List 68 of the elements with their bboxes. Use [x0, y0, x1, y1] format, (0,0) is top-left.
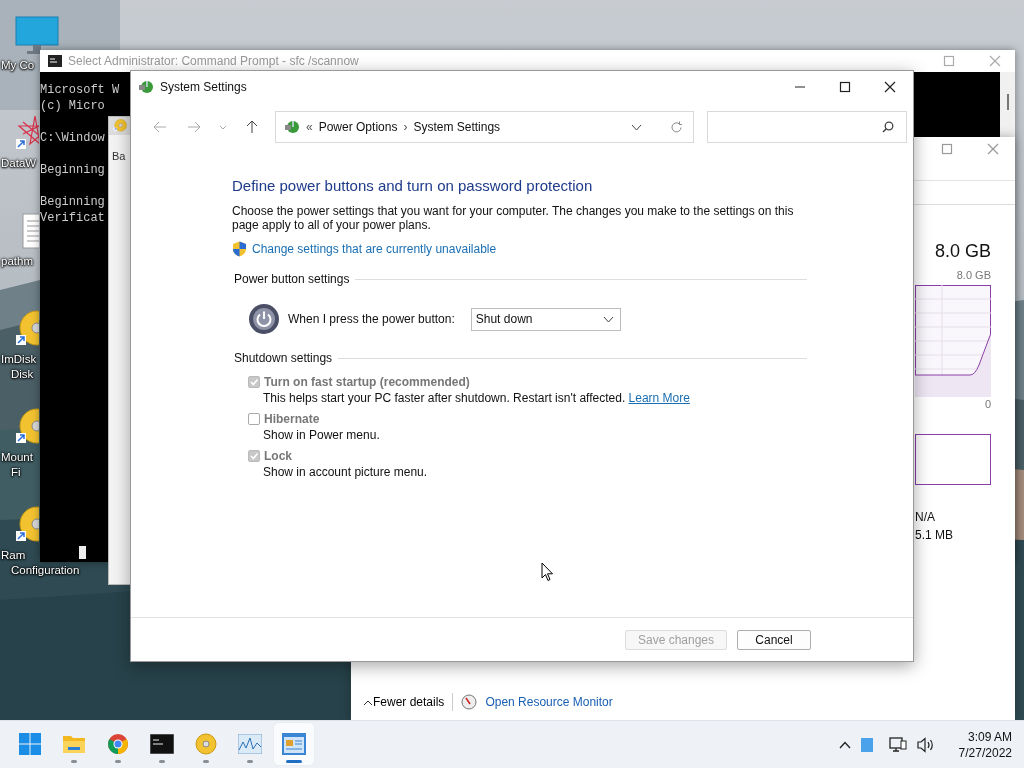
forward-icon[interactable]	[187, 121, 201, 133]
up-icon[interactable]	[246, 120, 258, 134]
shield-icon	[232, 241, 247, 257]
group-heading: Shutdown settings	[234, 351, 333, 365]
icon-label[interactable]: Ram Configuration	[1, 548, 80, 578]
fewer-details-button[interactable]: Fewer details	[363, 695, 445, 709]
network-icon[interactable]	[888, 736, 907, 753]
note-icon[interactable]	[860, 737, 873, 752]
power-icon	[248, 303, 280, 335]
tab[interactable]: Ba	[112, 150, 126, 162]
console-line: (c) Micro	[40, 98, 105, 114]
memory-total: 8.0 GB	[933, 241, 991, 261]
console-line: C:\Window	[40, 130, 105, 146]
breadcrumb-overflow[interactable]: «	[306, 120, 313, 134]
monitor-icon[interactable]	[15, 16, 59, 56]
breadcrumb[interactable]: Power Options	[318, 120, 398, 134]
chevron-down-icon	[602, 315, 614, 323]
group-heading: Power button settings	[234, 272, 350, 286]
checkbox-description: This helps start your PC faster after shutdown. Restart isn't affected. Learn More	[262, 390, 691, 407]
checkbox-description: Show in Power menu.	[262, 427, 381, 444]
axis-label: 8.0 GB	[955, 268, 991, 282]
search-icon[interactable]	[882, 121, 894, 133]
chart-icon	[238, 733, 262, 754]
axis-label: 0	[983, 397, 991, 411]
checkbox-description: Show in account picture menu.	[262, 464, 429, 481]
scrollbar-thumb[interactable]	[1006, 94, 1009, 110]
maximize-icon[interactable]	[839, 80, 851, 93]
console-line: Beginning	[40, 162, 105, 178]
disc-icon	[113, 119, 127, 133]
chevron-up-icon[interactable]	[838, 740, 851, 749]
volume-icon[interactable]	[916, 736, 935, 753]
field-label: When I press the power button:	[288, 312, 455, 326]
window-title: Select Administrator: Command Prompt - sfc /scannow	[68, 54, 359, 68]
console-line: Beginning	[40, 194, 105, 210]
icon-label[interactable]: Mount Fi	[1, 450, 33, 480]
close-icon[interactable]	[884, 80, 896, 93]
stat-value: 5.1 MB	[915, 527, 954, 544]
clock[interactable]: 3:09 AM 7/27/2022	[958, 728, 1012, 761]
admin-link[interactable]: Change settings that are currently unavailable	[252, 242, 497, 256]
disc-icon	[195, 732, 217, 755]
search-field[interactable]	[707, 111, 907, 143]
back-icon[interactable]	[153, 121, 167, 133]
app-icon	[284, 119, 300, 135]
terminal-icon	[150, 733, 174, 754]
window-title: System Settings	[160, 79, 247, 94]
page-heading: Define power buttons and turn on password protection	[232, 176, 594, 196]
browser-icon	[107, 732, 129, 755]
icon-label[interactable]: ImDisk Disk	[1, 352, 37, 382]
stat-value: N/A	[915, 509, 936, 526]
text-cursor	[79, 546, 86, 559]
app-icon	[138, 78, 154, 95]
resource-monitor-link[interactable]: Open Resource Monitor	[485, 695, 613, 709]
console-line: Verificat	[40, 210, 105, 226]
chevron-down-icon[interactable]	[631, 123, 642, 131]
cancel-button[interactable]: Cancel	[737, 629, 811, 650]
chevron-up-icon	[363, 700, 373, 706]
console-line: Microsoft W	[40, 82, 120, 98]
window-icon	[282, 732, 306, 755]
breadcrumb[interactable]: System Settings	[413, 120, 501, 134]
cursor-icon	[541, 562, 554, 582]
terminal-icon	[48, 55, 62, 67]
grid-icon	[19, 732, 41, 755]
breadcrumb-separator: ›	[403, 120, 408, 134]
refresh-icon[interactable]	[670, 120, 683, 134]
gauge-icon	[461, 694, 478, 710]
address-bar[interactable]: « Power Options › System Settings	[275, 111, 694, 143]
power-action-dropdown[interactable]: Shut down	[470, 307, 621, 331]
description: Choose the power settings that you want for your computer. The changes you make to the settings on this page apply to all of your power plans.	[232, 204, 795, 232]
